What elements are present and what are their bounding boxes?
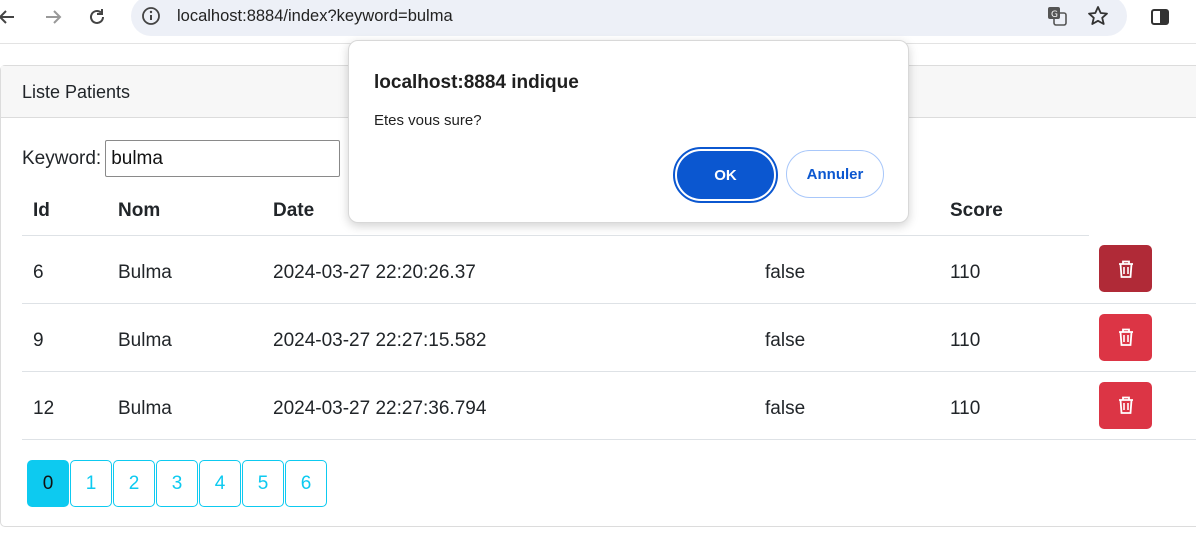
side-panel-icon[interactable] xyxy=(1147,4,1173,30)
table-row: 12 Bulma 2024-03-27 22:27:36.794 false 1… xyxy=(22,371,1196,440)
keyword-label: Keyword: xyxy=(22,147,102,169)
header-score: Score xyxy=(939,187,1089,236)
patients-table: Id Nom Date Score 6 Bulma 2024-03-27 22:… xyxy=(22,187,1196,440)
header-actions xyxy=(1089,187,1196,235)
delete-button[interactable] xyxy=(1099,381,1152,429)
address-bar[interactable]: localhost:8884/index?keyword=bulma G xyxy=(131,0,1127,36)
delete-button[interactable] xyxy=(1099,313,1152,361)
page-button-6[interactable]: 6 xyxy=(285,460,327,507)
page-button-2[interactable]: 2 xyxy=(113,460,155,507)
trash-icon xyxy=(1118,328,1133,346)
table-row: 6 Bulma 2024-03-27 22:20:26.37 false 110 xyxy=(22,235,1196,304)
site-info-icon[interactable] xyxy=(139,4,163,28)
cell-date: 2024-03-27 22:20:26.37 xyxy=(262,235,754,304)
browser-toolbar: localhost:8884/index?keyword=bulma G xyxy=(0,0,1196,44)
cell-malade: false xyxy=(754,371,939,440)
cell-actions xyxy=(1089,371,1196,440)
forward-arrow-icon[interactable] xyxy=(40,4,66,30)
dialog-title: localhost:8884 indique xyxy=(374,72,579,93)
reload-icon[interactable] xyxy=(84,4,110,30)
search-form: Keyword: xyxy=(22,140,341,177)
page-button-5[interactable]: 5 xyxy=(242,460,284,507)
pagination: 0 1 2 3 4 5 6 xyxy=(27,460,327,507)
cell-malade: false xyxy=(754,303,939,372)
cell-nom: Bulma xyxy=(107,235,262,304)
ok-button-label: OK xyxy=(677,151,774,199)
cell-date: 2024-03-27 22:27:15.582 xyxy=(262,303,754,372)
cell-nom: Bulma xyxy=(107,303,262,372)
page-button-1[interactable]: 1 xyxy=(70,460,112,507)
keyword-input[interactable] xyxy=(105,140,341,177)
table-row: 9 Bulma 2024-03-27 22:27:15.582 false 11… xyxy=(22,303,1196,372)
url-text: localhost:8884/index?keyword=bulma xyxy=(177,7,453,25)
cancel-button[interactable]: Annuler xyxy=(786,150,884,198)
cell-id: 6 xyxy=(22,235,107,304)
header-nom: Nom xyxy=(107,187,262,236)
back-arrow-icon[interactable] xyxy=(0,4,20,30)
cell-id: 9 xyxy=(22,303,107,372)
header-id: Id xyxy=(22,187,107,236)
dialog-message: Etes vous sure? xyxy=(374,112,482,129)
translate-icon[interactable]: G xyxy=(1045,4,1069,28)
cell-id: 12 xyxy=(22,371,107,440)
cell-nom: Bulma xyxy=(107,371,262,440)
cell-score: 110 xyxy=(939,235,1089,304)
trash-icon xyxy=(1118,396,1133,414)
cell-actions xyxy=(1089,235,1196,304)
cell-malade: false xyxy=(754,235,939,304)
trash-icon xyxy=(1118,260,1133,278)
cell-score: 110 xyxy=(939,303,1089,372)
svg-text:G: G xyxy=(1051,10,1058,20)
page-button-3[interactable]: 3 xyxy=(156,460,198,507)
ok-button[interactable]: OK xyxy=(673,147,778,203)
cell-date: 2024-03-27 22:27:36.794 xyxy=(262,371,754,440)
bookmark-star-icon[interactable] xyxy=(1086,4,1110,28)
delete-button[interactable] xyxy=(1099,245,1152,293)
confirm-dialog: localhost:8884 indique Etes vous sure? O… xyxy=(348,40,909,223)
cell-actions xyxy=(1089,303,1196,372)
page-button-0[interactable]: 0 xyxy=(27,460,69,507)
page-button-4[interactable]: 4 xyxy=(199,460,241,507)
cell-score: 110 xyxy=(939,371,1089,440)
